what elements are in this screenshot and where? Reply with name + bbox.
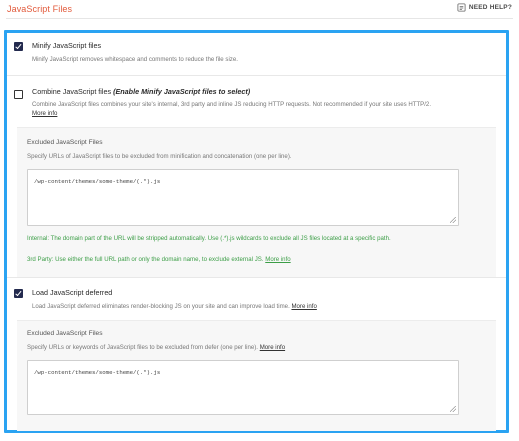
help-doc-icon	[457, 3, 466, 12]
header-divider	[6, 18, 513, 19]
third-party-note-text: 3rd Party: Use either the full URL path …	[27, 256, 264, 263]
excluded-js-title: Excluded JavaScript Files	[27, 139, 103, 146]
excluded-js-more-info-link[interactable]: More info	[265, 256, 290, 263]
defer-description: Load JavaScript deferred eliminates rend…	[32, 302, 317, 311]
excluded-defer-description: Specify URLs or keywords of JavaScript f…	[27, 344, 285, 351]
section-title: JavaScript Files	[7, 4, 73, 14]
defer-more-info-link[interactable]: More info	[291, 303, 316, 310]
combine-label-text: Combine JavaScript files	[32, 87, 112, 96]
combine-checkbox[interactable]	[14, 90, 23, 99]
excluded-js-value: /wp-content/themes/some-theme/(.*).js	[34, 178, 161, 185]
need-help-label: NEED HELP?	[468, 4, 512, 11]
combine-description: Combine JavaScript files combines your s…	[32, 100, 502, 118]
combine-label-note: (Enable Minify JavaScript files to selec…	[113, 87, 251, 96]
excluded-defer-description-text: Specify URLs or keywords of JavaScript f…	[27, 344, 258, 351]
option-defer: Load JavaScript deferred Load JavaScript…	[7, 278, 506, 322]
option-combine: Combine JavaScript files (Enable Minify …	[7, 76, 506, 126]
excluded-defer-value: /wp-content/themes/some-theme/(.*).js	[34, 369, 161, 376]
combine-label: Combine JavaScript files (Enable Minify …	[32, 87, 250, 96]
defer-checkbox[interactable]	[14, 289, 23, 298]
excluded-defer-more-info-link[interactable]: More info	[260, 344, 285, 351]
option-minify: Minify JavaScript files Minify JavaScrip…	[7, 33, 506, 73]
minify-description: Minify JavaScript removes whitespace and…	[32, 56, 238, 63]
javascript-options-panel: Minify JavaScript files Minify JavaScrip…	[4, 30, 509, 433]
resize-handle-icon[interactable]	[450, 217, 456, 223]
minify-label: Minify JavaScript files	[32, 41, 102, 50]
excluded-defer-title: Excluded JavaScript Files	[27, 330, 103, 337]
excluded-js-textarea[interactable]: /wp-content/themes/some-theme/(.*).js	[27, 169, 459, 226]
minify-checkbox[interactable]	[14, 42, 23, 51]
combine-description-text: Combine JavaScript files combines your s…	[32, 101, 432, 108]
defer-description-text: Load JavaScript deferred eliminates rend…	[32, 303, 290, 310]
excluded-js-description: Specify URLs of JavaScript files to be e…	[27, 153, 292, 160]
excluded-js-third-party-note: 3rd Party: Use either the full URL path …	[27, 255, 291, 264]
need-help-link[interactable]: NEED HELP?	[457, 3, 512, 12]
combine-more-info-link[interactable]: More info	[32, 110, 57, 117]
excluded-defer-textarea[interactable]: /wp-content/themes/some-theme/(.*).js	[27, 360, 459, 415]
defer-label: Load JavaScript deferred	[32, 288, 113, 297]
resize-handle-icon[interactable]	[450, 406, 456, 412]
excluded-js-internal-note: Internal: The domain part of the URL wil…	[27, 235, 391, 242]
